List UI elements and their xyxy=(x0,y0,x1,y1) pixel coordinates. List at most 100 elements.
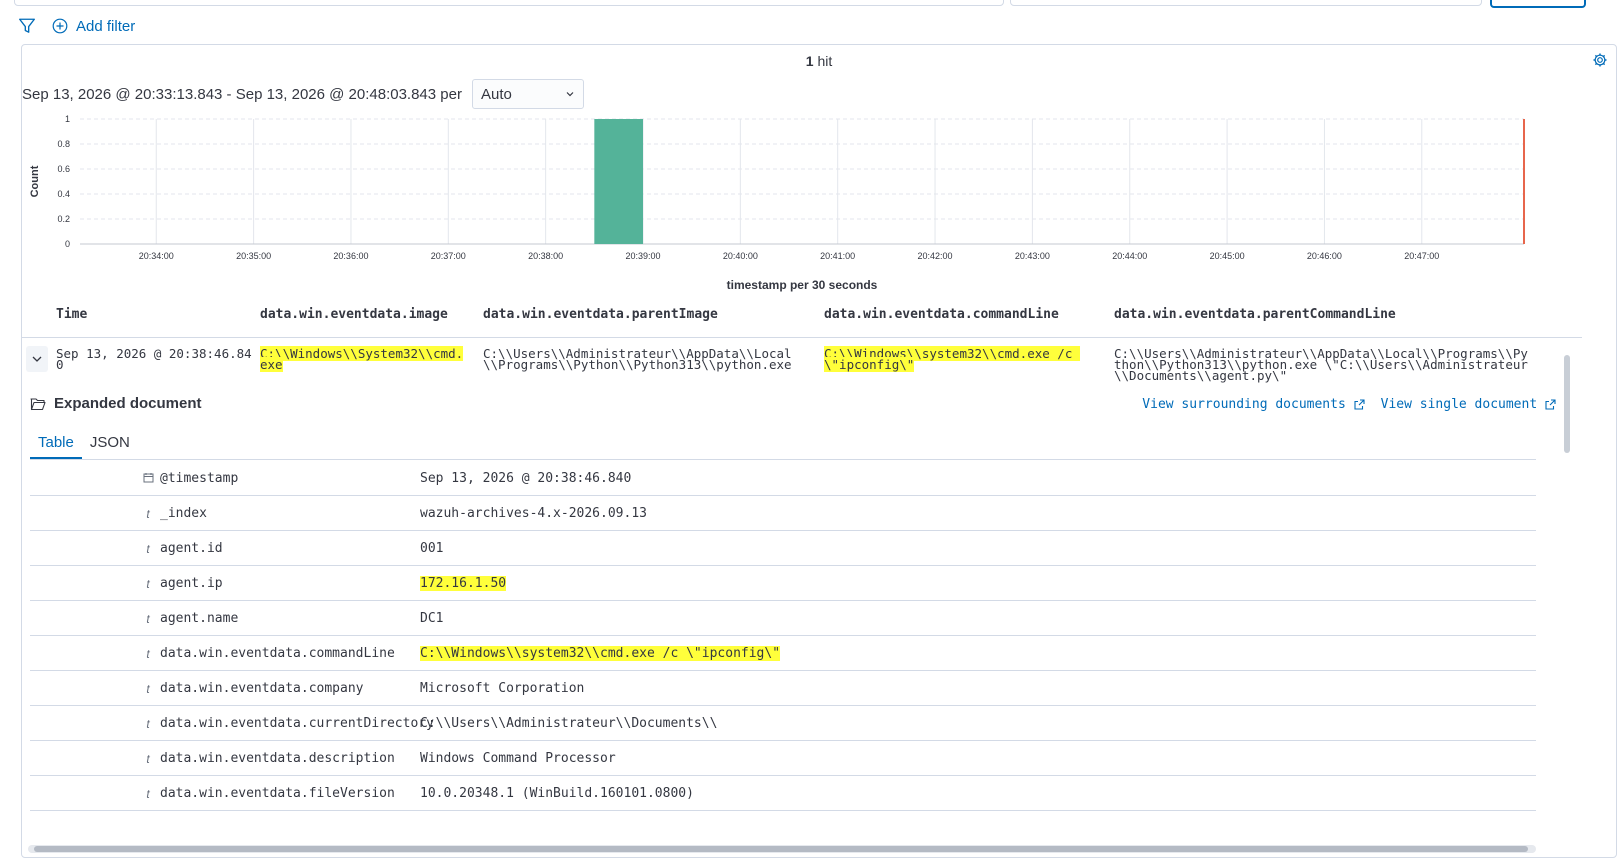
hits-label: hit xyxy=(817,53,833,69)
x-axis-label: timestamp per 30 seconds xyxy=(727,278,878,292)
field-value: wazuh-archives-4.x-2026.09.13 xyxy=(420,506,647,521)
field-row: t data.win.eventdata.description Windows C… xyxy=(30,741,1536,776)
column-header-parent-command-line[interactable]: data.win.eventdata.parentCommandLine xyxy=(1114,307,1396,322)
string-type-icon: t xyxy=(146,717,150,731)
y-axis-label: Count xyxy=(29,165,41,197)
external-link-icon xyxy=(1354,399,1365,410)
filter-bar: Add filter xyxy=(18,14,135,38)
field-name: data.win.eventdata.fileVersion xyxy=(160,786,395,801)
refresh-button[interactable] xyxy=(1490,0,1586,8)
x-tick-label: 20:47:00 xyxy=(1404,251,1439,261)
field-row: @timestamp Sep 13, 2026 @ 20:38:46.840 xyxy=(30,461,1536,496)
hits-count: 1 hit xyxy=(22,53,1616,69)
field-name: data.win.eventdata.currentDirectory xyxy=(160,716,434,731)
field-row: t data.win.eventdata.commandLine C:\\Windo… xyxy=(30,636,1536,671)
string-type-icon: t xyxy=(146,542,150,556)
discover-panel: 1 hit Sep 13, 2026 @ 20:33:13.843 - Sep … xyxy=(21,44,1617,858)
chevron-down-icon xyxy=(32,356,42,362)
tab-table[interactable]: Table xyxy=(30,429,82,459)
date-range-text: Sep 13, 2026 @ 20:33:13.843 - Sep 13, 20… xyxy=(22,85,462,103)
gear-icon[interactable] xyxy=(1592,52,1608,68)
field-value: 10.0.20348.1 (WinBuild.160101.0800) xyxy=(420,786,694,801)
string-type-icon: t xyxy=(146,577,150,591)
field-name: agent.name xyxy=(160,611,239,626)
x-tick-label: 20:44:00 xyxy=(1112,251,1147,261)
y-tick-label: 1 xyxy=(65,114,70,124)
x-tick-label: 20:46:00 xyxy=(1307,251,1342,261)
expand-toggle-button[interactable] xyxy=(26,346,48,372)
date-range-row: Sep 13, 2026 @ 20:33:13.843 - Sep 13, 20… xyxy=(22,79,584,109)
field-name: data.win.eventdata.commandLine xyxy=(160,646,395,661)
interval-select[interactable]: Auto xyxy=(471,79,584,109)
view-single-label: View single document xyxy=(1380,397,1538,412)
cell-time: Sep 13, 2026 @ 20:38:46.840 xyxy=(56,346,252,372)
x-tick-label: 20:35:00 xyxy=(236,251,271,261)
x-tick-label: 20:41:00 xyxy=(820,251,855,261)
horizontal-scrollbar-thumb[interactable] xyxy=(34,846,1528,852)
field-row: t _index wazuh-archives-4.x-2026.09.13 xyxy=(30,496,1536,531)
top-query-bar xyxy=(0,0,1622,8)
field-name: data.win.eventdata.company xyxy=(160,681,364,696)
x-tick-label: 20:45:00 xyxy=(1210,251,1245,261)
field-row: t agent.name DC1 xyxy=(30,601,1536,636)
string-type-icon: t xyxy=(146,612,150,626)
document-links: View surrounding documents View single d… xyxy=(1142,397,1556,412)
histogram-bar xyxy=(594,119,643,244)
y-tick-label: 0 xyxy=(65,239,70,249)
cell-parent-command-line: C:\\Users\\Administrateur\\AppData\\Loca… xyxy=(1114,346,1528,383)
hits-number: 1 xyxy=(805,53,814,69)
x-tick-label: 20:37:00 xyxy=(431,251,466,261)
chevron-down-icon xyxy=(566,92,574,97)
x-tick-label: 20:36:00 xyxy=(333,251,368,261)
cell-command-line: C:\\Windows\\system32\\cmd.exe /c \"ipco… xyxy=(824,346,1080,372)
field-row: t data.win.eventdata.fileVersion 10.0.2034… xyxy=(30,776,1536,811)
column-header-command-line[interactable]: data.win.eventdata.commandLine xyxy=(824,307,1059,322)
string-type-icon: t xyxy=(146,682,150,696)
field-name: agent.ip xyxy=(160,576,223,591)
add-filter-label: Add filter xyxy=(76,17,136,35)
column-header-parent-image[interactable]: data.win.eventdata.parentImage xyxy=(483,307,718,322)
search-query-input[interactable] xyxy=(14,0,1004,6)
y-tick-label: 0.8 xyxy=(57,139,70,149)
field-value: Microsoft Corporation xyxy=(420,681,585,696)
horizontal-scrollbar[interactable] xyxy=(28,845,1536,853)
field-value: DC1 xyxy=(420,611,444,626)
string-type-icon: t xyxy=(146,647,150,661)
field-row: t agent.ip 172.16.1.50 xyxy=(30,566,1536,601)
field-name: data.win.eventdata.description xyxy=(160,751,395,766)
vertical-scrollbar-thumb[interactable] xyxy=(1564,355,1570,453)
y-tick-label: 0.4 xyxy=(57,189,70,199)
field-name: @timestamp xyxy=(160,471,239,486)
y-tick-label: 0.2 xyxy=(57,214,70,224)
view-surrounding-link[interactable]: View surrounding documents xyxy=(1142,397,1365,412)
field-value: 172.16.1.50 xyxy=(420,576,507,591)
external-link-icon xyxy=(1545,399,1556,410)
x-tick-label: 20:38:00 xyxy=(528,251,563,261)
x-tick-label: 20:40:00 xyxy=(723,251,758,261)
view-single-link[interactable]: View single document xyxy=(1381,397,1556,412)
document-tabs: Table JSON xyxy=(30,429,1536,460)
y-tick-label: 0.6 xyxy=(57,164,70,174)
field-row: t agent.id 001 xyxy=(30,531,1536,566)
field-value: C:\\Windows\\system32\\cmd.exe /c \"ipco… xyxy=(420,646,781,661)
tab-json[interactable]: JSON xyxy=(82,429,138,459)
field-value: Windows Command Processor xyxy=(420,751,616,766)
field-row: t data.win.eventdata.currentDirectory C:\\… xyxy=(30,706,1536,741)
filter-icon[interactable] xyxy=(18,17,36,35)
cell-parent-image: C:\\Users\\Administrateur\\AppData\\Loca… xyxy=(483,346,792,372)
folder-open-icon xyxy=(30,397,46,410)
column-header-image[interactable]: data.win.eventdata.image xyxy=(260,307,448,322)
field-row: t data.win.eventdata.company Microsoft Cor… xyxy=(30,671,1536,706)
document-fields: @timestamp Sep 13, 2026 @ 20:38:46.840 t _i… xyxy=(30,461,1536,811)
date-picker[interactable] xyxy=(1010,0,1482,6)
add-filter-button[interactable]: Add filter xyxy=(52,18,135,35)
plus-circle-icon xyxy=(52,18,68,34)
interval-value: Auto xyxy=(480,85,512,103)
x-tick-label: 20:39:00 xyxy=(625,251,660,261)
field-name: agent.id xyxy=(160,541,223,556)
string-type-icon: t xyxy=(146,507,150,521)
calendar-icon xyxy=(142,472,154,486)
field-value: C:\\Users\\Administrateur\\Documents\\ xyxy=(420,716,718,731)
column-header-time[interactable]: Time xyxy=(56,307,87,322)
x-tick-label: 20:42:00 xyxy=(918,251,953,261)
